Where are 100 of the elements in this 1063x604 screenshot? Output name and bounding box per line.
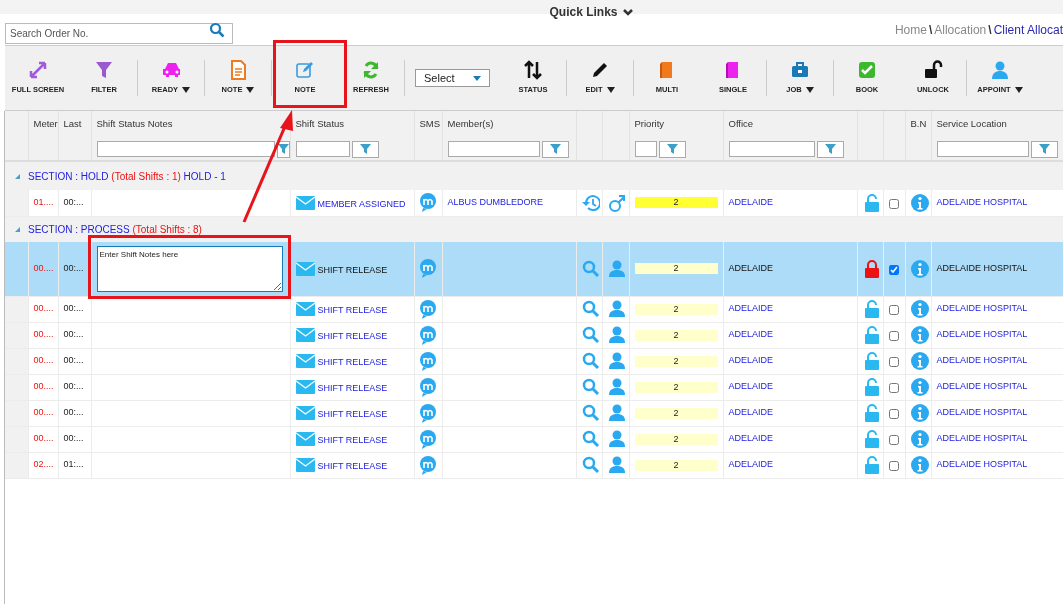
checkbox[interactable]: [888, 408, 899, 419]
office-link[interactable]: ADELAIDE: [728, 407, 774, 418]
chat-bubble-icon[interactable]: [418, 403, 437, 423]
search-icon[interactable]: [581, 300, 600, 318]
table-row[interactable]: 00.... 00:... SHIFT RELEASE 2 ADELAIDE ADELAIDE HOSPITAL: [5, 296, 1063, 322]
table-row[interactable]: 02.... 01:... SHIFT RELEASE 2 ADELAIDE ADELAIDE HOSPITAL: [5, 452, 1063, 478]
info-icon[interactable]: [910, 326, 929, 344]
info-icon[interactable]: [910, 430, 929, 448]
filter-button[interactable]: [1030, 140, 1058, 158]
chat-bubble-icon[interactable]: [418, 193, 437, 213]
breadcrumb-link[interactable]: Allocation: [934, 21, 987, 39]
office-link[interactable]: ADELAIDE: [728, 263, 774, 273]
checkbox[interactable]: [888, 382, 899, 393]
location-link[interactable]: ADELAIDE HOSPITAL: [936, 407, 1028, 418]
column-header[interactable]: SMS: [419, 118, 441, 130]
locked-padlock-icon[interactable]: [863, 259, 880, 278]
caret-icon[interactable]: [473, 75, 481, 81]
search-icon[interactable]: [581, 456, 600, 474]
breadcrumb-link[interactable]: Client Allocat: [993, 21, 1063, 39]
location-link[interactable]: ADELAIDE HOSPITAL: [936, 355, 1028, 366]
location-link[interactable]: ADELAIDE HOSPITAL: [936, 197, 1028, 207]
unlocked-padlock-icon[interactable]: [863, 300, 880, 318]
unlocked-padlock-icon[interactable]: [863, 456, 880, 474]
office-link[interactable]: ADELAIDE: [728, 329, 774, 340]
column-header[interactable]: B.N: [910, 118, 927, 130]
checkbox[interactable]: [888, 198, 899, 209]
envelope-icon[interactable]: [295, 432, 315, 446]
unlocked-padlock-icon[interactable]: [863, 404, 880, 422]
location-link[interactable]: ADELAIDE HOSPITAL: [936, 433, 1028, 444]
table-row[interactable]: 00.... 00:... Enter Shift Notes here SHIFT RELEASE 2 ADELAIDE ADELAIDE HOSPITAL: [5, 242, 1063, 296]
person-icon[interactable]: [607, 456, 626, 474]
person-icon[interactable]: [607, 430, 626, 448]
filter-field[interactable]: [634, 140, 657, 157]
filter-button[interactable]: [541, 140, 569, 158]
office-link[interactable]: ADELAIDE: [728, 433, 774, 444]
search-field[interactable]: Search Order No.: [5, 22, 233, 44]
breadcrumb-link[interactable]: Home: [894, 21, 927, 39]
envelope-icon[interactable]: [295, 380, 315, 394]
chat-bubble-icon[interactable]: [418, 259, 437, 279]
info-icon[interactable]: [910, 259, 929, 278]
location-link[interactable]: ADELAIDE HOSPITAL: [936, 329, 1028, 340]
envelope-icon[interactable]: [295, 302, 315, 316]
column-header[interactable]: Service Location: [936, 118, 1007, 130]
section-header[interactable]: SECTION : HOLD (Total Shifts : 1) HOLD - 1: [28, 170, 226, 182]
chat-bubble-icon[interactable]: [418, 377, 437, 397]
filter-field[interactable]: [936, 140, 1029, 157]
filter-field[interactable]: [96, 140, 275, 157]
search-icon[interactable]: [581, 430, 600, 448]
checkbox[interactable]: [888, 460, 899, 471]
envelope-icon[interactable]: [295, 406, 315, 420]
location-link[interactable]: ADELAIDE HOSPITAL: [936, 381, 1028, 392]
search-icon[interactable]: [581, 378, 600, 396]
person-icon[interactable]: [607, 404, 626, 422]
member-link[interactable]: ALBUS DUMBLEDORE: [447, 197, 544, 207]
column-header[interactable]: Member(s): [447, 118, 494, 130]
person-icon[interactable]: [607, 300, 626, 318]
unlocked-padlock-icon[interactable]: [863, 430, 880, 448]
filter-button[interactable]: [816, 140, 844, 158]
location-link[interactable]: ADELAIDE HOSPITAL: [936, 263, 1028, 273]
unlocked-padlock-icon[interactable]: [863, 326, 880, 344]
envelope-icon[interactable]: [295, 458, 315, 472]
location-link[interactable]: ADELAIDE HOSPITAL: [936, 303, 1028, 314]
quick-links-menu[interactable]: Quick Links: [549, 6, 634, 18]
location-link[interactable]: ADELAIDE HOSPITAL: [936, 459, 1028, 470]
unlocked-padlock-icon[interactable]: [863, 378, 880, 396]
table-row[interactable]: 00.... 00:... SHIFT RELEASE 2 ADELAIDE ADELAIDE HOSPITAL: [5, 348, 1063, 374]
envelope-icon[interactable]: [295, 354, 315, 368]
envelope-icon[interactable]: [295, 195, 315, 210]
expand-triangle-icon[interactable]: [15, 173, 20, 179]
unlocked-padlock-icon[interactable]: [863, 352, 880, 370]
info-icon[interactable]: [910, 378, 929, 396]
info-icon[interactable]: [910, 456, 929, 474]
section-header[interactable]: SECTION : PROCESS (Total Shifts : 8): [28, 223, 202, 235]
person-icon[interactable]: [607, 326, 626, 344]
search-icon[interactable]: [209, 21, 225, 38]
person-icon[interactable]: [607, 378, 626, 396]
info-icon[interactable]: [910, 193, 929, 212]
table-row[interactable]: 00.... 00:... SHIFT RELEASE 2 ADELAIDE ADELAIDE HOSPITAL: [5, 322, 1063, 348]
filter-button[interactable]: [351, 140, 379, 158]
unlocked-padlock-icon[interactable]: [863, 193, 880, 212]
chat-bubble-icon[interactable]: [418, 429, 437, 449]
office-link[interactable]: ADELAIDE: [728, 381, 774, 392]
checkbox[interactable]: [888, 264, 899, 275]
column-header[interactable]: Meter: [33, 118, 58, 130]
chat-bubble-icon[interactable]: [418, 455, 437, 475]
office-link[interactable]: ADELAIDE: [728, 355, 774, 366]
column-header[interactable]: Last: [63, 118, 82, 130]
search-icon[interactable]: [581, 352, 600, 370]
person-icon[interactable]: [607, 352, 626, 370]
envelope-icon[interactable]: [295, 261, 315, 276]
filter-field[interactable]: [295, 140, 350, 157]
table-row[interactable]: 01.... 00:... MEMBER ASSIGNED ALBUS DUMBLEDORE 2 ADELAIDE ADELAIDE HOSPITAL: [5, 190, 1063, 216]
search-icon[interactable]: [581, 326, 600, 344]
chat-bubble-icon[interactable]: [418, 351, 437, 371]
checkbox[interactable]: [888, 304, 899, 315]
table-row[interactable]: 00.... 00:... SHIFT RELEASE 2 ADELAIDE ADELAIDE HOSPITAL: [5, 374, 1063, 400]
filter-button[interactable]: [658, 140, 686, 158]
chevron-down-icon[interactable]: [621, 7, 634, 17]
checkbox[interactable]: [888, 434, 899, 445]
column-header[interactable]: Priority: [634, 118, 665, 130]
